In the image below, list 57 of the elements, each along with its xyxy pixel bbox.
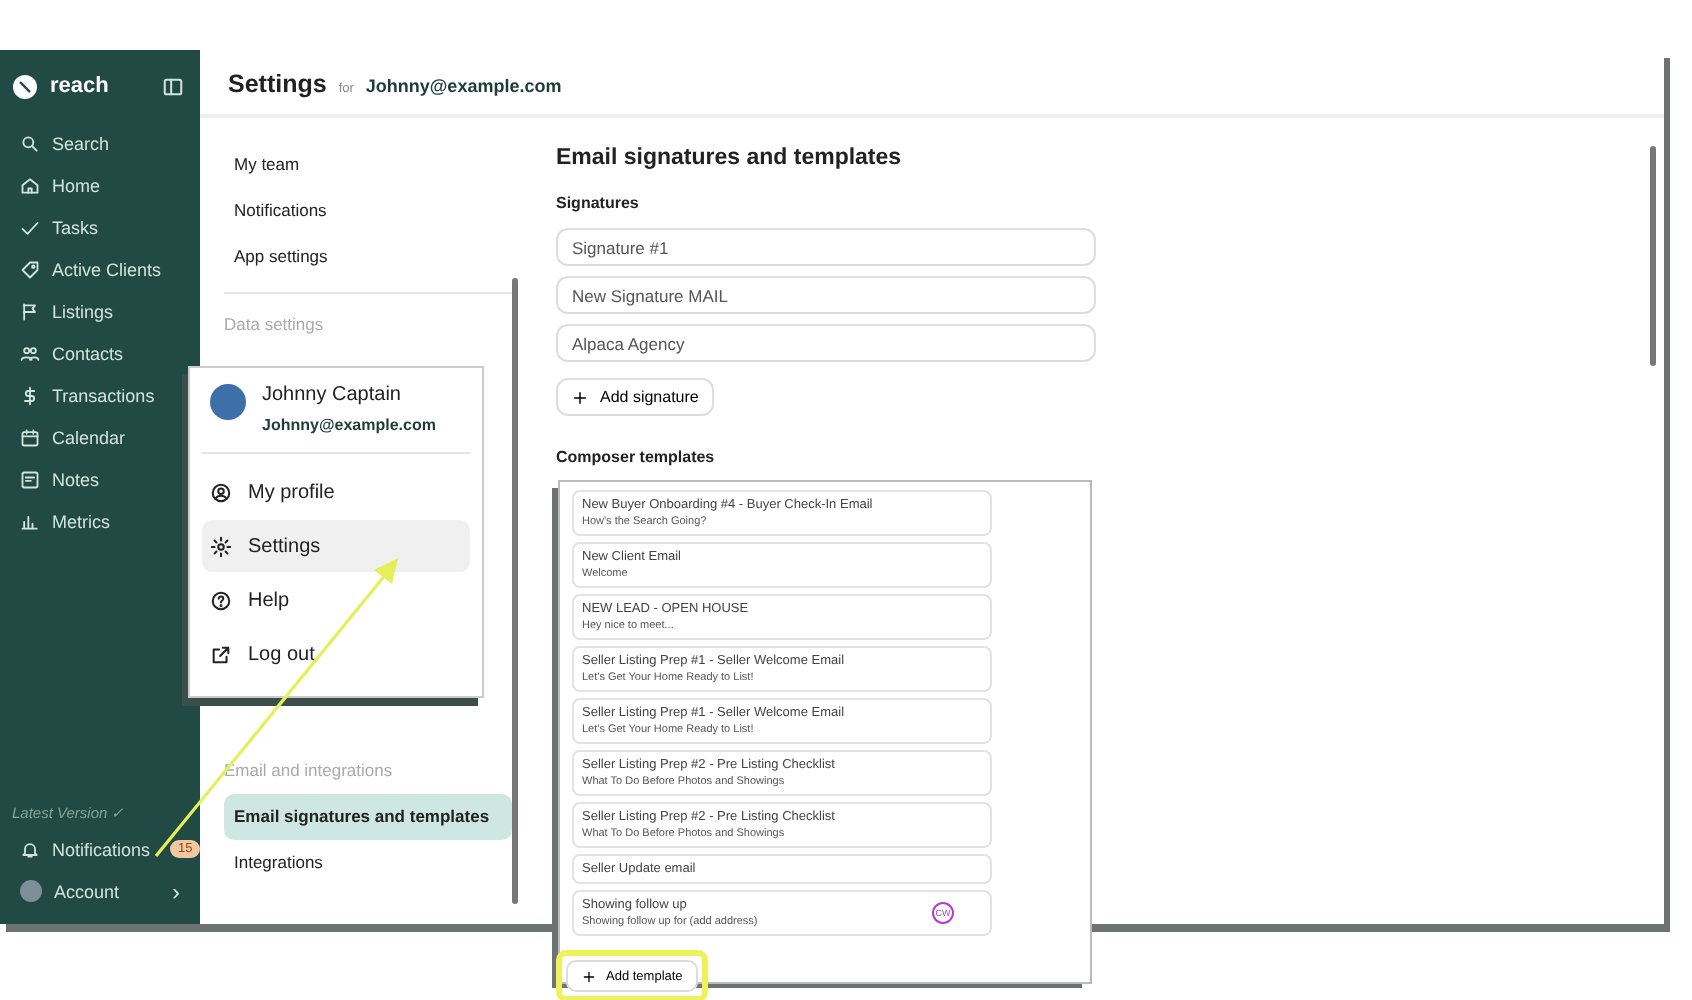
checkmark-icon	[20, 217, 40, 237]
account-item[interactable]: Account ›	[0, 870, 200, 912]
settings-nav-item[interactable]: Notifications	[224, 188, 512, 234]
menu-item[interactable]: Log out	[202, 628, 470, 680]
settings-nav-item[interactable]: Email signatures and templates	[224, 794, 512, 840]
plus-icon	[572, 389, 588, 405]
sidebar-item[interactable]: Listings	[0, 290, 200, 332]
sidebar-toggle-icon[interactable]	[162, 75, 184, 97]
user-circle-icon	[210, 481, 232, 503]
settings-nav-item[interactable]: Integrations	[224, 840, 512, 886]
settings-nav-item[interactable]: My team	[224, 142, 512, 188]
logo-text: reach	[50, 74, 111, 98]
home-icon	[20, 175, 40, 195]
signature-field[interactable]: Signature #1	[556, 228, 1096, 266]
plus-icon	[582, 969, 596, 983]
user-name: Johnny Captain	[262, 384, 403, 406]
scrollbar[interactable]	[1650, 146, 1656, 366]
settings-nav-item[interactable]: App settings	[224, 234, 512, 280]
sidebar-item[interactable]: Home	[0, 164, 200, 206]
search-icon	[20, 133, 40, 153]
calendar-icon	[20, 427, 40, 447]
signature-field[interactable]: Alpaca Agency	[556, 324, 1096, 362]
templates-heading: Composer templates	[556, 448, 717, 466]
avatar	[20, 880, 42, 902]
avatar	[210, 384, 246, 420]
menu-item[interactable]: Help	[202, 574, 470, 626]
people-icon	[20, 343, 40, 363]
sidebar-item[interactable]: Notes	[0, 458, 200, 500]
add-signature-button[interactable]: Add signature	[556, 378, 715, 416]
signature-field[interactable]: New Signature MAIL	[556, 276, 1096, 314]
tag-icon	[20, 259, 40, 279]
dollar-icon	[20, 385, 40, 405]
signatures-heading: Signatures	[556, 194, 641, 212]
sidebar-item[interactable]: Transactions	[0, 374, 200, 416]
bell-icon	[20, 839, 40, 859]
menu-item[interactable]: Settings	[202, 520, 470, 572]
help-icon	[210, 589, 232, 611]
sidebar-item[interactable]: Contacts	[0, 332, 200, 374]
bar-chart-icon	[20, 511, 40, 531]
account-email: Johnny@example.com	[365, 76, 562, 96]
panel-icon	[162, 75, 184, 97]
menu-item[interactable]: My profile	[202, 466, 470, 518]
note-icon	[20, 469, 40, 489]
sidebar-item[interactable]: Search	[0, 122, 200, 164]
section-title: Email signatures and templates	[556, 146, 904, 170]
flag-icon	[20, 301, 40, 321]
sidebar-item[interactable]: Calendar	[0, 416, 200, 458]
sidebar-item[interactable]: Metrics	[0, 500, 200, 542]
page-title: Settings	[228, 70, 327, 98]
logo-icon	[12, 73, 38, 99]
scrollbar[interactable]	[512, 278, 518, 904]
sidebar-item[interactable]: Tasks	[0, 206, 200, 248]
sidebar-item[interactable]: Active Clients	[0, 248, 200, 290]
user-email: Johnny@example.com	[262, 416, 436, 434]
chevron-icon: ›	[172, 877, 180, 905]
settings-icon	[210, 535, 232, 557]
external-link-icon	[210, 643, 232, 665]
